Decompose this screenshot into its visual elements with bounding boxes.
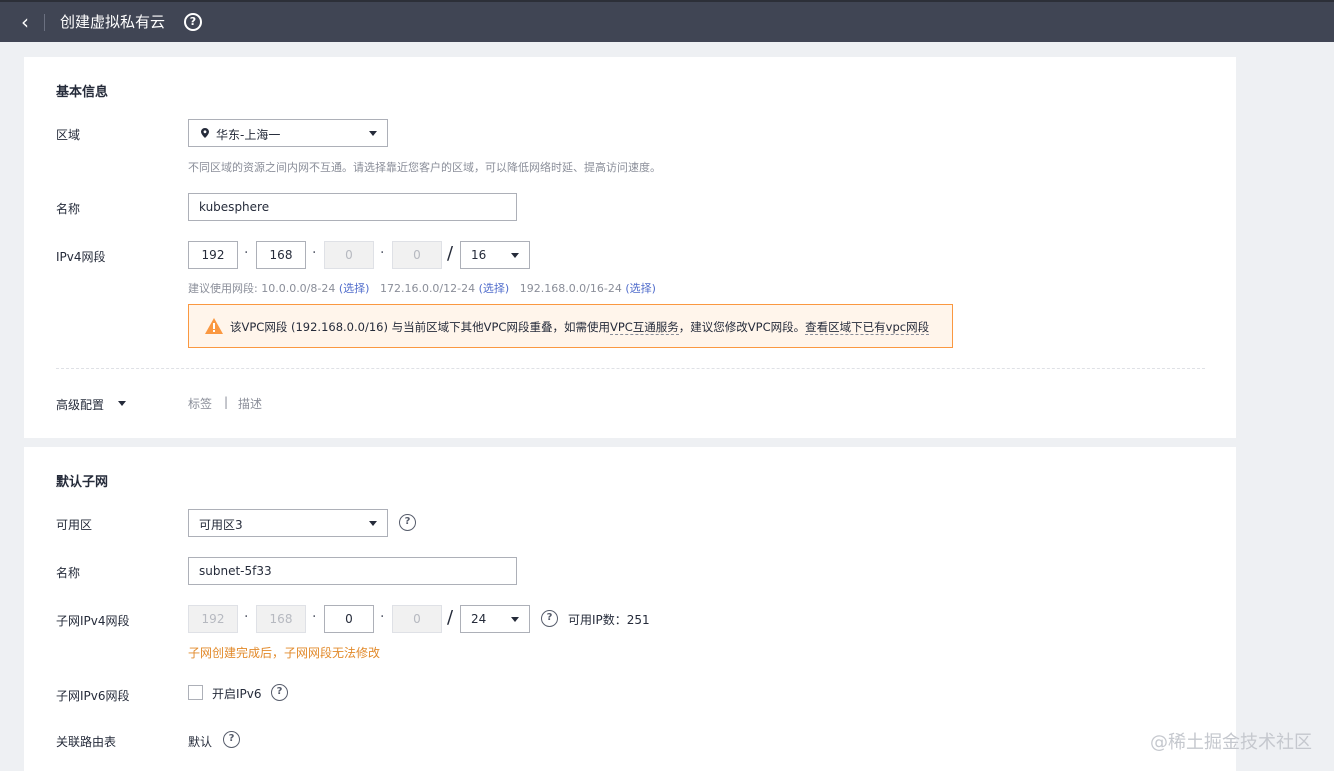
section-divider (56, 368, 1205, 369)
az-label: 可用区 (56, 518, 93, 532)
az-select[interactable]: 可用区3 (188, 509, 388, 537)
enable-ipv6-checkbox[interactable] (188, 685, 203, 700)
dot-separator: · (312, 609, 317, 625)
route-table-label: 关联路由表 (56, 735, 117, 749)
subnet-octet-4: 0 (392, 605, 442, 633)
view-existing-vpc-link[interactable]: 查看区域下已有vpc网段 (805, 320, 930, 335)
subnet-ipv6-label: 子网IPv6网段 (56, 689, 130, 703)
warning-icon (205, 318, 223, 334)
advanced-config-label[interactable]: 高级配置 (56, 396, 104, 413)
dot-separator: · (380, 609, 385, 625)
caret-down-icon[interactable] (118, 401, 126, 406)
subnet-octet-1: 192 (188, 605, 238, 633)
vpc-name-label: 名称 (56, 202, 81, 216)
suggest-3-select-link[interactable]: (选择) (625, 282, 656, 295)
subnet-immutable-note: 子网创建完成后，子网网段无法修改 (188, 646, 381, 660)
dot-separator: · (312, 245, 317, 261)
slash-separator: / (447, 607, 454, 628)
question-circle-icon[interactable]: ? (223, 731, 240, 748)
dot-separator: · (244, 609, 249, 625)
region-select[interactable]: 华东-上海一 (188, 119, 388, 147)
section-title-subnet: 默认子网 (56, 475, 109, 490)
subnet-octet-3[interactable]: 0 (324, 605, 374, 633)
advanced-tag-label: 标签 (188, 397, 213, 411)
dot-separator: · (380, 245, 385, 261)
suggest-3-text: 192.168.0.0/16-24 (519, 282, 622, 295)
caret-down-icon (369, 131, 377, 136)
basic-info-card: 基本信息 区域 华东-上海一 不同区域的资源之间内网不互通。请选择靠近您客户的区… (24, 57, 1236, 438)
ipv4-octet-1[interactable]: 192 (188, 241, 238, 269)
region-value: 华东-上海一 (216, 128, 281, 142)
question-circle-icon[interactable]: ? (184, 13, 202, 31)
question-circle-icon[interactable]: ? (271, 684, 288, 701)
page-title: 创建虚拟私有云 (60, 13, 166, 31)
ipv4-label: IPv4网段 (56, 250, 106, 264)
suggest-1-select-link[interactable]: (选择) (339, 282, 370, 295)
subnet-mask-value: 24 (471, 612, 487, 626)
slash-separator: / (447, 243, 454, 264)
question-circle-icon[interactable]: ? (541, 610, 558, 627)
caret-down-icon (369, 521, 377, 526)
subnet-ipv4-label: 子网IPv4网段 (56, 614, 130, 628)
suggest-2-select-link[interactable]: (选择) (479, 282, 510, 295)
location-pin-icon (201, 128, 209, 138)
subnet-name-label: 名称 (56, 566, 81, 580)
ipv4-octet-3: 0 (324, 241, 374, 269)
default-subnet-card: 默认子网 可用区 可用区3 ? 名称 subnet-5f33 子网IPv4网段 … (24, 447, 1236, 771)
advanced-desc-label: 描述 (238, 397, 263, 411)
route-table-value: 默认 (188, 735, 213, 749)
available-ip-count: 可用IP数：251 (568, 613, 650, 627)
question-circle-icon[interactable]: ? (399, 514, 416, 531)
chevron-left-icon[interactable]: ‹ (14, 10, 36, 34)
dot-separator: · (244, 245, 249, 261)
advanced-separator: | (224, 395, 229, 409)
az-value: 可用区3 (199, 518, 243, 532)
vpc-name-input[interactable]: kubesphere (188, 193, 517, 221)
caret-down-icon (511, 253, 519, 258)
header-divider (44, 14, 45, 31)
enable-ipv6-label[interactable]: 开启IPv6 (212, 685, 262, 702)
suggest-2-text: 172.16.0.0/12-24 (379, 282, 476, 295)
watermark: @稀土掘金技术社区 (1150, 732, 1312, 753)
region-label: 区域 (56, 128, 81, 142)
ipv4-mask-value: 16 (471, 248, 487, 262)
ipv4-octet-4: 0 (392, 241, 442, 269)
subnet-name-input[interactable]: subnet-5f33 (188, 557, 517, 585)
suggest-1-text: 建议使用网段: 10.0.0.0/8-24 (188, 282, 336, 295)
warning-part1: 该VPC网段 (192.168.0.0/16) 与当前区域下其他VPC网段重叠，… (230, 320, 610, 334)
top-bar: ‹ 创建虚拟私有云 ? (0, 0, 1334, 42)
subnet-mask-select[interactable]: 24 (460, 605, 530, 633)
vpc-peering-link[interactable]: VPC互通服务 (609, 320, 679, 335)
ipv4-mask-select[interactable]: 16 (460, 241, 530, 269)
overlap-warning: 该VPC网段 (192.168.0.0/16) 与当前区域下其他VPC网段重叠，… (188, 304, 953, 348)
ipv4-octet-2[interactable]: 168 (256, 241, 306, 269)
section-title-basic: 基本信息 (56, 85, 109, 100)
warning-text: 该VPC网段 (192.168.0.0/16) 与当前区域下其他VPC网段重叠，… (230, 319, 930, 335)
subnet-octet-2: 168 (256, 605, 306, 633)
warning-part2: ，建议您修改VPC网段。 (678, 320, 806, 334)
caret-down-icon (511, 617, 519, 622)
suggest-line: 建议使用网段: 10.0.0.0/8-24 (选择) 172.16.0.0/12… (188, 280, 656, 296)
region-hint: 不同区域的资源之间内网不互通。请选择靠近您客户的区域，可以降低网络时延、提高访问… (188, 161, 661, 174)
